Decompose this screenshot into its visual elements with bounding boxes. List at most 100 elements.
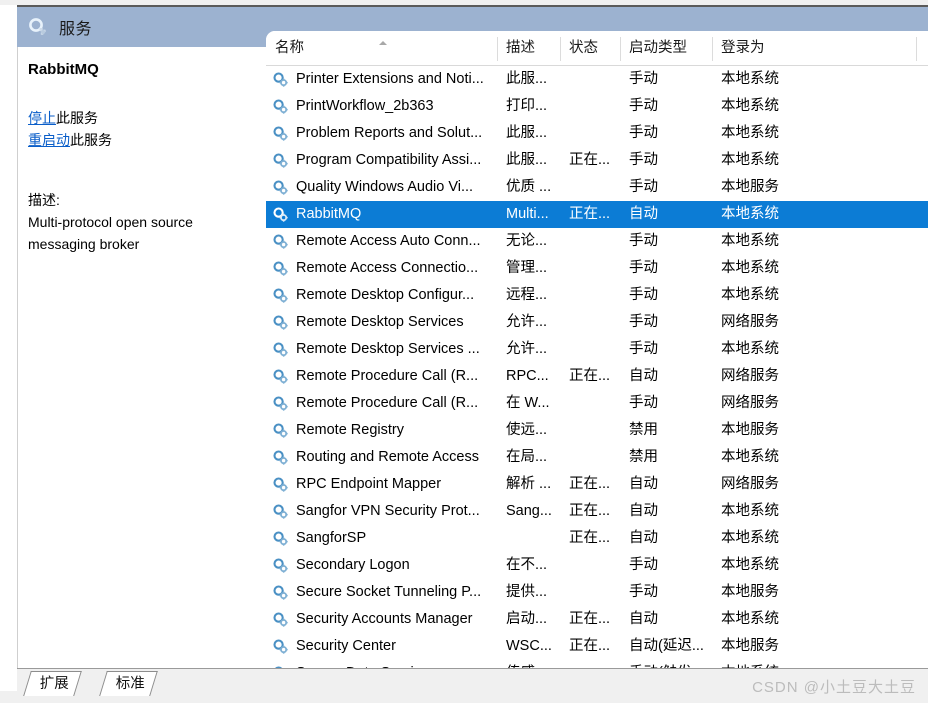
- column-header-description[interactable]: 描述: [497, 31, 560, 65]
- table-row[interactable]: SangforSP 正在... 自动 本地系统: [266, 525, 928, 552]
- cell-logon: 本地系统: [721, 125, 779, 141]
- column-divider-5[interactable]: [916, 37, 917, 61]
- cell-name: Security Accounts Manager: [296, 611, 473, 627]
- cell-startup: 手动: [629, 584, 658, 600]
- cell-desc: 此服...: [506, 71, 548, 87]
- table-row[interactable]: Remote Registry 使远... 禁用 本地服务: [266, 417, 928, 444]
- cell-status: [560, 390, 620, 417]
- cell-startup: 手动: [629, 71, 658, 87]
- column-header-log-on-as[interactable]: 登录为: [712, 31, 916, 65]
- cell-status: [560, 417, 620, 444]
- cell-desc: RPC...: [506, 368, 549, 384]
- cell-status: [560, 255, 620, 282]
- table-row[interactable]: Remote Desktop Services 允许... 手动 网络服务: [266, 309, 928, 336]
- cell-name: Problem Reports and Solut...: [296, 125, 483, 141]
- tab-extended[interactable]: 扩展: [23, 671, 82, 696]
- table-row[interactable]: Remote Procedure Call (R... RPC... 正在... 自动…: [266, 363, 928, 390]
- cell-desc: [497, 525, 560, 552]
- cell-status: 正在...: [569, 152, 611, 168]
- cell-desc: 在不...: [506, 557, 548, 573]
- cell-desc: 打印...: [506, 98, 548, 114]
- column-header-name[interactable]: 名称: [266, 31, 497, 65]
- cell-desc: WSC...: [506, 638, 552, 654]
- table-row[interactable]: RPC Endpoint Mapper 解析 ... 正在... 自动 网络服务: [266, 471, 928, 498]
- restart-service-line: 重启动此服务: [28, 129, 256, 151]
- table-row[interactable]: Remote Access Connectio... 管理... 手动 本地系统: [266, 255, 928, 282]
- cell-logon: 本地服务: [721, 179, 779, 195]
- table-row[interactable]: Sangfor VPN Security Prot... Sang... 正在...…: [266, 498, 928, 525]
- cell-name: RPC Endpoint Mapper: [296, 476, 442, 492]
- cell-desc: 无论...: [506, 233, 548, 249]
- service-action-links: 停止此服务 重启动此服务: [28, 107, 256, 151]
- cell-name: Secondary Logon: [296, 557, 410, 573]
- table-row[interactable]: Printer Extensions and Noti... 此服... 手动 本地系…: [266, 66, 928, 93]
- cell-startup: 禁用: [629, 422, 658, 438]
- cell-startup: 禁用: [629, 449, 658, 465]
- cell-status: 正在...: [569, 476, 611, 492]
- cell-desc: 优质 ...: [506, 179, 552, 195]
- stop-service-link[interactable]: 停止: [28, 110, 56, 126]
- cell-status: [560, 93, 620, 120]
- cell-status: 正在...: [569, 206, 611, 222]
- table-row[interactable]: Remote Access Auto Conn... 无论... 手动 本地系统: [266, 228, 928, 255]
- cell-startup: 手动: [629, 341, 658, 357]
- cell-name: RabbitMQ: [296, 206, 362, 222]
- cell-desc: 传感...: [497, 660, 560, 668]
- cell-startup: 手动: [629, 98, 658, 114]
- tab-extended-label: 扩展: [39, 676, 69, 692]
- cell-logon: 本地系统: [721, 71, 779, 87]
- cell-desc: 启动...: [506, 611, 548, 627]
- table-row[interactable]: Quality Windows Audio Vi... 优质 ... 手动 本地服务: [266, 174, 928, 201]
- table-row[interactable]: Security Accounts Manager 启动... 正在... 自动 本地系…: [266, 606, 928, 633]
- service-description-block: 描述: Multi-protocol open source messaging…: [28, 189, 256, 255]
- cell-name: Remote Access Connectio...: [296, 260, 479, 276]
- cell-logon: 本地服务: [721, 422, 779, 438]
- table-row[interactable]: Secondary Logon 在不... 手动 本地系统: [266, 552, 928, 579]
- description-text: Multi-protocol open source messaging bro…: [28, 214, 193, 252]
- restart-service-suffix: 此服务: [70, 132, 112, 148]
- table-row[interactable]: Remote Desktop Services ... 允许... 手动 本地系统: [266, 336, 928, 363]
- cell-name: Remote Desktop Services: [296, 314, 464, 330]
- cell-startup: 自动: [629, 611, 658, 627]
- table-row[interactable]: Remote Procedure Call (R... 在 W... 手动 网络服务: [266, 390, 928, 417]
- cell-logon: 网络服务: [721, 368, 779, 384]
- table-row[interactable]: Remote Desktop Configur... 远程... 手动 本地系统: [266, 282, 928, 309]
- cell-startup: 自动: [629, 206, 658, 222]
- cell-name: PrintWorkflow_2b363: [296, 98, 434, 114]
- tab-standard[interactable]: 标准: [99, 671, 158, 696]
- table-row[interactable]: Routing and Remote Access 在局... 禁用 本地系统: [266, 444, 928, 471]
- column-header-startup-type[interactable]: 启动类型: [620, 31, 712, 65]
- restart-service-link[interactable]: 重启动: [28, 132, 70, 148]
- cell-status: [560, 309, 620, 336]
- cell-startup: 自动: [629, 503, 658, 519]
- services-list-rows[interactable]: Printer Extensions and Noti... 此服... 手动 本地系…: [266, 66, 928, 668]
- cell-name: Sensor Data Service: [266, 660, 497, 668]
- cell-name: Remote Registry: [296, 422, 404, 438]
- table-row[interactable]: Secure Socket Tunneling P... 提供... 手动 本地服务: [266, 579, 928, 606]
- table-row[interactable]: RabbitMQ Multi... 正在... 自动 本地系统: [266, 201, 928, 228]
- table-row[interactable]: Program Compatibility Assi... 此服... 正在... 手…: [266, 147, 928, 174]
- cell-startup: 手动: [629, 287, 658, 303]
- cell-status: [560, 660, 620, 668]
- table-row[interactable]: Sensor Data Service传感... 手动(触发...本地系统: [266, 660, 928, 668]
- cell-status: 正在...: [569, 368, 611, 384]
- cell-desc: 此服...: [506, 125, 548, 141]
- table-row[interactable]: PrintWorkflow_2b363 打印... 手动 本地系统: [266, 93, 928, 120]
- cell-name: Quality Windows Audio Vi...: [296, 179, 474, 195]
- column-header-status[interactable]: 状态: [560, 31, 620, 65]
- cell-name: Routing and Remote Access: [296, 449, 479, 465]
- cell-desc: 提供...: [506, 584, 548, 600]
- sort-ascending-icon: [379, 41, 387, 45]
- table-row[interactable]: Security Center WSC... 正在... 自动(延迟... 本地服务: [266, 633, 928, 660]
- table-row[interactable]: Problem Reports and Solut... 此服... 手动 本地系统: [266, 120, 928, 147]
- cell-name: Remote Desktop Services ...: [296, 341, 480, 357]
- cell-desc: Multi...: [506, 206, 549, 222]
- cell-startup: 手动: [629, 395, 658, 411]
- csdn-watermark: CSDN @小土豆大土豆: [752, 679, 916, 696]
- window-title: 服务: [59, 21, 93, 38]
- cell-logon: 本地系统: [721, 98, 779, 114]
- cell-startup: 手动: [629, 179, 658, 195]
- cell-startup: 自动: [629, 530, 658, 546]
- cell-status: [560, 552, 620, 579]
- cell-logon: 本地系统: [712, 660, 916, 668]
